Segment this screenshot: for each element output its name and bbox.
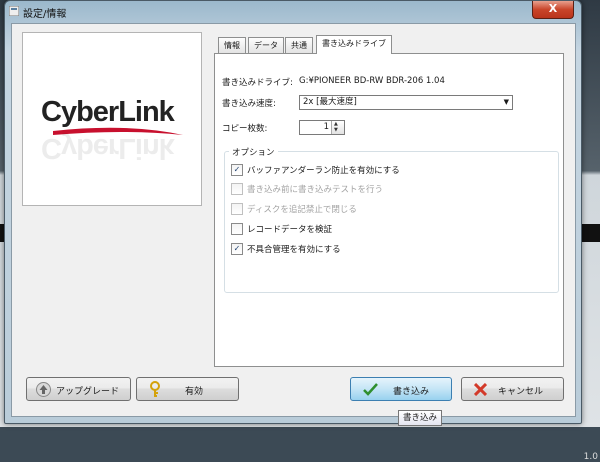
logo-reflection: CyberLink xyxy=(41,132,174,164)
checkbox-icon[interactable] xyxy=(231,183,243,195)
copies-label: コピー枚数: xyxy=(222,124,268,134)
option-test-write[interactable]: 書き込み前に書き込みテストを行う xyxy=(231,183,431,195)
drive-label: 書き込みドライブ: xyxy=(222,78,293,88)
checkbox-checked-icon[interactable]: ✓ xyxy=(231,164,243,176)
options-group: オプション ✓ バッファアンダーラン防止を有効にする 書き込み前に書き込みテスト… xyxy=(224,146,559,293)
option-label: 不具合管理を有効にする xyxy=(247,245,341,255)
cancel-x-icon xyxy=(474,383,487,396)
tab-common[interactable]: 共通 xyxy=(285,37,313,53)
close-button[interactable]: X xyxy=(532,1,574,19)
stepper-buttons[interactable]: ▲ ▼ xyxy=(331,121,344,134)
option-label: レコードデータを検証 xyxy=(247,225,333,235)
drive-value: G:¥PIONEER BD-RW BDR-206 1.04 xyxy=(299,76,445,86)
option-verify-data[interactable]: レコードデータを検証 xyxy=(231,223,431,235)
dialog-client-area: CyberLink CyberLink 情報 データ 共通 書き込みドライブ 書… xyxy=(11,23,576,417)
option-label: バッファアンダーラン防止を有効にする xyxy=(247,166,400,176)
cancel-button[interactable]: キャンセル xyxy=(461,377,564,401)
tooltip: 書き込み xyxy=(398,410,443,426)
upgrade-label: アップグレード xyxy=(56,387,120,397)
key-icon xyxy=(150,381,160,397)
tab-info[interactable]: 情報 xyxy=(218,37,246,53)
speed-select[interactable]: 2x [最大速度] ▼ xyxy=(299,95,513,110)
settings-dialog: 設定/情報 X CyberLink CyberLink 情報 データ 共通 書き… xyxy=(4,0,582,424)
tab-burn-drive[interactable]: 書き込みドライブ xyxy=(316,35,392,54)
copies-stepper[interactable]: 1 ▲ ▼ xyxy=(299,120,345,135)
checkbox-checked-icon[interactable]: ✓ xyxy=(231,243,243,255)
option-close-disc[interactable]: ディスクを追記禁止で閉じる xyxy=(231,203,431,215)
cancel-label: キャンセル xyxy=(498,387,544,397)
background-value: 1.0 xyxy=(583,452,598,462)
activate-button[interactable]: 有効 xyxy=(136,377,239,401)
burn-label: 書き込み xyxy=(393,387,430,397)
copies-value: 1 xyxy=(323,122,329,132)
checkmark-icon xyxy=(363,383,378,396)
chevron-down-icon: ▼ xyxy=(503,98,509,106)
option-label: 書き込み前に書き込みテストを行う xyxy=(247,185,384,195)
speed-label: 書き込み速度: xyxy=(222,99,276,109)
options-title: オプション xyxy=(229,146,278,158)
logo-panel: CyberLink CyberLink xyxy=(22,32,202,206)
activate-label: 有効 xyxy=(185,387,204,397)
option-defect-management[interactable]: ✓ 不具合管理を有効にする xyxy=(231,243,431,255)
option-label: ディスクを追記禁止で閉じる xyxy=(247,205,357,215)
upgrade-icon xyxy=(36,382,51,397)
window-title: 設定/情報 xyxy=(23,9,67,20)
burn-button[interactable]: 書き込み xyxy=(350,377,452,401)
speed-value: 2x [最大速度] xyxy=(303,97,357,107)
checkbox-icon[interactable] xyxy=(231,203,243,215)
upgrade-button[interactable]: アップグレード xyxy=(26,377,131,401)
checkbox-icon[interactable] xyxy=(231,223,243,235)
tab-data[interactable]: データ xyxy=(248,37,284,53)
stepper-down-icon[interactable]: ▼ xyxy=(334,128,338,133)
burn-drive-page: 書き込みドライブ: G:¥PIONEER BD-RW BDR-206 1.04 … xyxy=(214,53,564,367)
option-buffer-underrun[interactable]: ✓ バッファアンダーラン防止を有効にする xyxy=(231,164,431,176)
title-bar[interactable]: 設定/情報 X xyxy=(5,1,581,23)
app-icon xyxy=(9,6,19,16)
